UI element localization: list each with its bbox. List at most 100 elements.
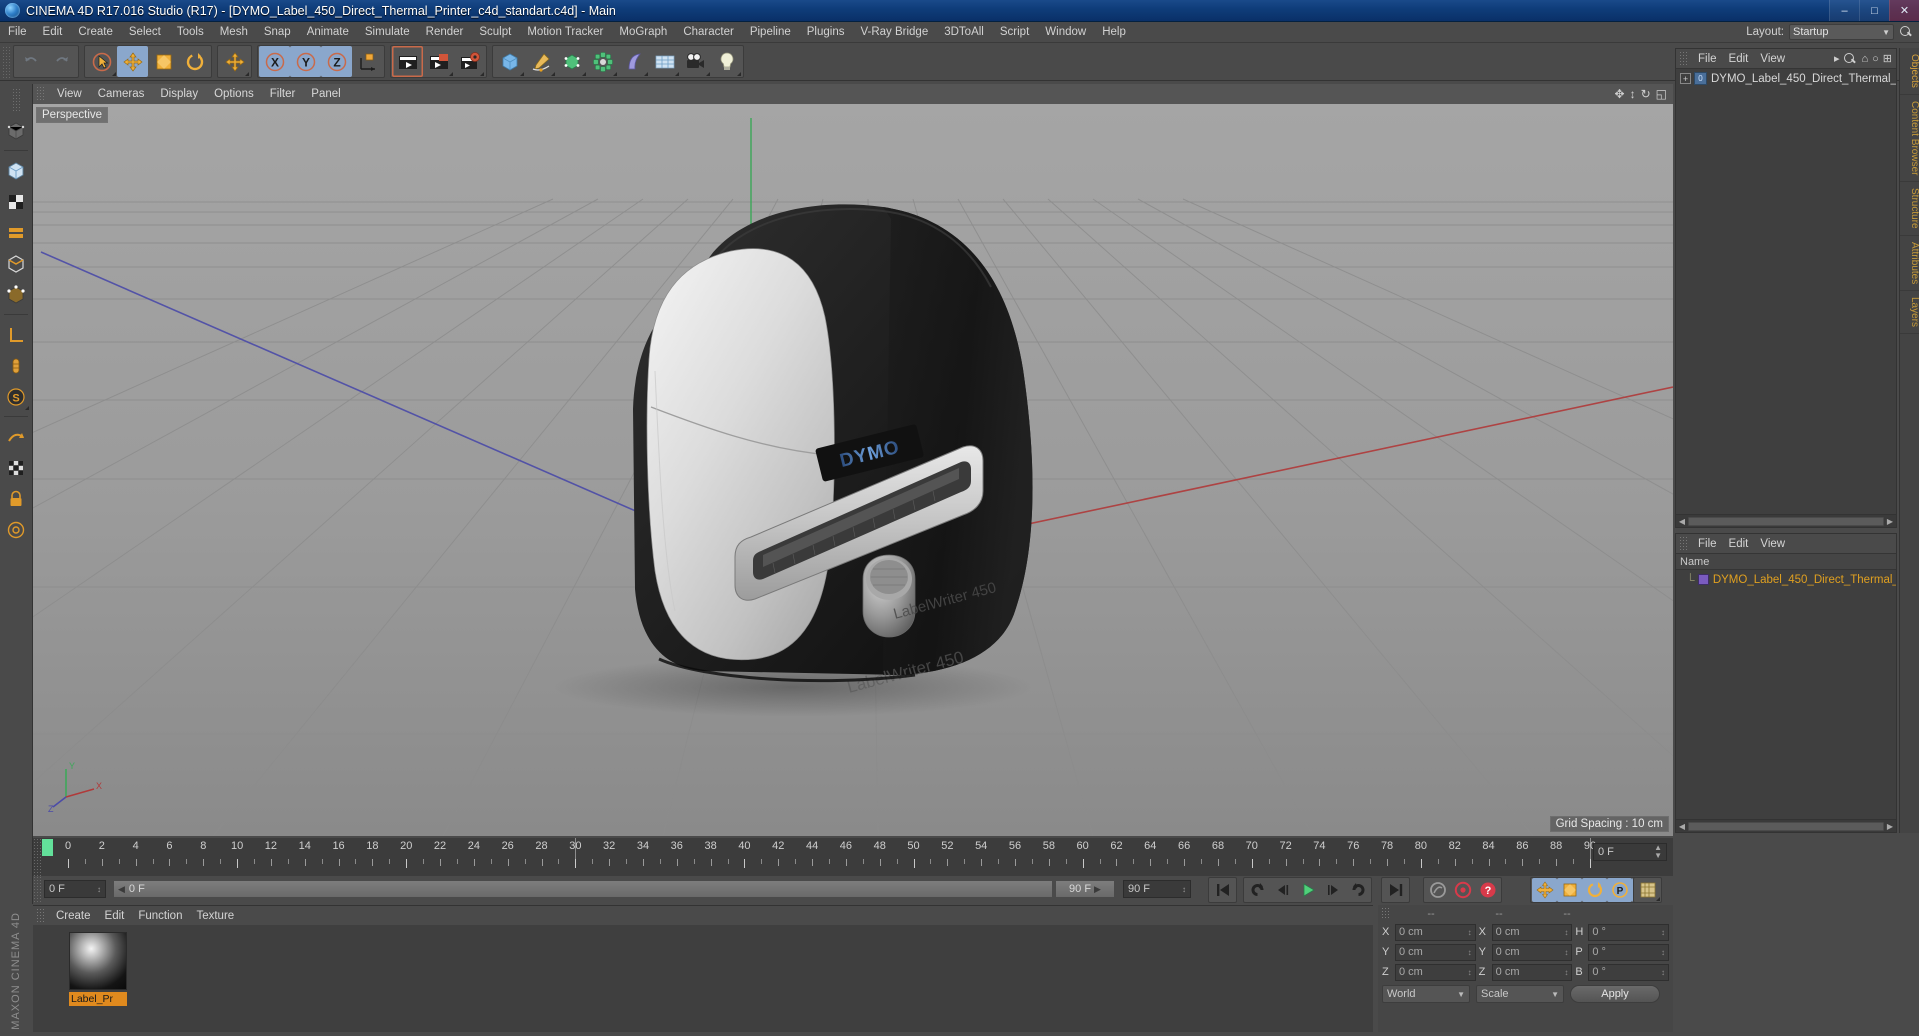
menu-snap[interactable]: Snap	[256, 22, 299, 43]
stepper-icon[interactable]: ↕	[1661, 948, 1665, 957]
lock-z-axis-button[interactable]: Z	[321, 46, 352, 77]
menu-vray-bridge[interactable]: V-Ray Bridge	[852, 22, 936, 43]
move-axis-button[interactable]	[219, 46, 250, 77]
toolbar-grip[interactable]	[2, 45, 10, 78]
go-to-next-key-button[interactable]	[1345, 878, 1370, 902]
autokeying-button[interactable]	[1425, 878, 1450, 902]
viewport-solo-button[interactable]	[2, 453, 30, 483]
render-view-button[interactable]	[392, 46, 423, 77]
model-mode-button[interactable]	[2, 156, 30, 186]
menu-pipeline[interactable]: Pipeline	[742, 22, 799, 43]
render-to-picture-viewer-button[interactable]	[423, 46, 454, 77]
object-manager-menu-edit[interactable]: Edit	[1723, 53, 1755, 65]
object-manager-menu-view[interactable]: View	[1754, 53, 1791, 65]
edge-mode-button[interactable]	[2, 249, 30, 279]
object-manager-hscrollbar[interactable]: ◀ ▶	[1676, 514, 1896, 527]
max-frame-field[interactable]: 90 F ↕	[1123, 880, 1191, 898]
viewport-menu-options[interactable]: Options	[206, 88, 262, 100]
minimize-button[interactable]: –	[1829, 0, 1859, 21]
position-z-field[interactable]: 0 cm ↕	[1395, 963, 1476, 981]
lock-y-axis-button[interactable]: Y	[290, 46, 321, 77]
add-light-button[interactable]	[711, 46, 742, 77]
menu-file[interactable]: File	[0, 22, 35, 43]
stepper-icon[interactable]: ↕	[1661, 968, 1665, 977]
scroll-right-icon[interactable]: ▶	[1884, 517, 1896, 526]
material-thumbnail[interactable]	[69, 932, 127, 990]
lock-button[interactable]	[2, 484, 30, 514]
scroll-left-icon[interactable]: ◀	[1676, 517, 1688, 526]
menu-motion-tracker[interactable]: Motion Tracker	[519, 22, 611, 43]
timeline-button[interactable]	[1635, 878, 1660, 902]
rotate-viewport-icon[interactable]: ↻	[1641, 87, 1651, 101]
search-icon[interactable]	[1899, 25, 1913, 39]
menu-animate[interactable]: Animate	[299, 22, 357, 43]
object-manager-grip[interactable]	[1679, 51, 1687, 66]
undo-button[interactable]	[15, 46, 46, 77]
tab-content-browser[interactable]: Content Browser	[1900, 95, 1919, 183]
tab-layers[interactable]: Layers	[1900, 291, 1919, 335]
menu-mesh[interactable]: Mesh	[212, 22, 256, 43]
record-active-objects-button[interactable]	[1450, 878, 1475, 902]
menu-select[interactable]: Select	[121, 22, 169, 43]
current-frame-field[interactable]: 0 F ↕	[44, 880, 106, 898]
stepper-icon[interactable]: ▲ ▼	[1654, 844, 1662, 860]
viewport-menu-display[interactable]: Display	[152, 88, 206, 100]
timeline-grip[interactable]	[33, 838, 41, 876]
go-to-start-button[interactable]	[1210, 878, 1235, 902]
layer-manager-hscrollbar[interactable]: ◀ ▶	[1676, 819, 1896, 832]
scale-key-button[interactable]	[1557, 878, 1582, 902]
axis-mode-button[interactable]	[2, 320, 30, 350]
size-y-field[interactable]: 0 cm ↕	[1491, 943, 1573, 961]
search-icon[interactable]	[1843, 52, 1857, 66]
layer-manager-grip[interactable]	[1679, 536, 1687, 551]
preview-range-bar[interactable]: ◀ 0 F	[113, 880, 1053, 898]
layer-manager-menu-view[interactable]: View	[1754, 538, 1791, 550]
stepper-icon[interactable]: ↕	[1661, 928, 1665, 937]
viewport-menu-cameras[interactable]: Cameras	[90, 88, 153, 100]
object-tag-icon[interactable]: 0	[1694, 72, 1707, 85]
scroll-left-icon[interactable]: ◀	[1676, 822, 1688, 831]
render-settings-button[interactable]	[454, 46, 485, 77]
layer-color-swatch[interactable]	[1697, 574, 1709, 585]
maximize-button[interactable]: □	[1859, 0, 1889, 21]
add-nurbs-button[interactable]	[556, 46, 587, 77]
preview-range-end[interactable]: 90 F ▶	[1055, 880, 1115, 898]
scroll-thumb[interactable]	[1688, 821, 1884, 831]
layer-manager-menu-edit[interactable]: Edit	[1723, 538, 1755, 550]
polygon-mode-button[interactable]	[2, 218, 30, 248]
quantize-button[interactable]	[2, 515, 30, 545]
more-arrow-icon[interactable]: ▸	[1834, 52, 1840, 65]
layer-row[interactable]: └ DYMO_Label_450_Direct_Thermal_	[1676, 570, 1896, 589]
printer-3d-model[interactable]: DYMO LabelWriter 450 LabelWriter 450	[463, 159, 1083, 719]
material-name-label[interactable]: Label_Pr	[69, 992, 127, 1006]
make-editable-button[interactable]	[2, 116, 30, 146]
material-menu-function[interactable]: Function	[131, 910, 189, 922]
select-tool-button[interactable]	[86, 46, 117, 77]
material-menu-create[interactable]: Create	[49, 910, 98, 922]
range-end-arrow-icon[interactable]: ▶	[1094, 884, 1101, 895]
position-y-field[interactable]: 0 cm ↕	[1395, 943, 1476, 961]
expand-icon[interactable]: ⊞	[1883, 52, 1892, 65]
menu-sculpt[interactable]: Sculpt	[471, 22, 519, 43]
menu-tools[interactable]: Tools	[169, 22, 212, 43]
move-tool-button[interactable]	[117, 46, 148, 77]
play-button[interactable]	[1295, 878, 1320, 902]
position-x-field[interactable]: 0 cm ↕	[1395, 923, 1476, 941]
scroll-right-icon[interactable]: ▶	[1884, 822, 1896, 831]
viewport-menu-filter[interactable]: Filter	[262, 88, 304, 100]
stepper-icon[interactable]: ↕	[1564, 968, 1568, 977]
rotation-key-button[interactable]	[1582, 878, 1607, 902]
texture-mode-button[interactable]	[2, 187, 30, 217]
add-spline-button[interactable]	[525, 46, 556, 77]
menu-simulate[interactable]: Simulate	[357, 22, 418, 43]
workplane-button[interactable]	[2, 422, 30, 452]
add-scene-object-button[interactable]	[649, 46, 680, 77]
stepper-icon[interactable]: ↕	[97, 885, 101, 894]
scale-tool-button[interactable]	[148, 46, 179, 77]
world-coordinates-button[interactable]	[352, 46, 383, 77]
menu-character[interactable]: Character	[675, 22, 742, 43]
material-menu-edit[interactable]: Edit	[98, 910, 132, 922]
menu-create[interactable]: Create	[70, 22, 121, 43]
point-mode-button[interactable]	[2, 280, 30, 310]
size-x-field[interactable]: 0 cm ↕	[1491, 923, 1573, 941]
